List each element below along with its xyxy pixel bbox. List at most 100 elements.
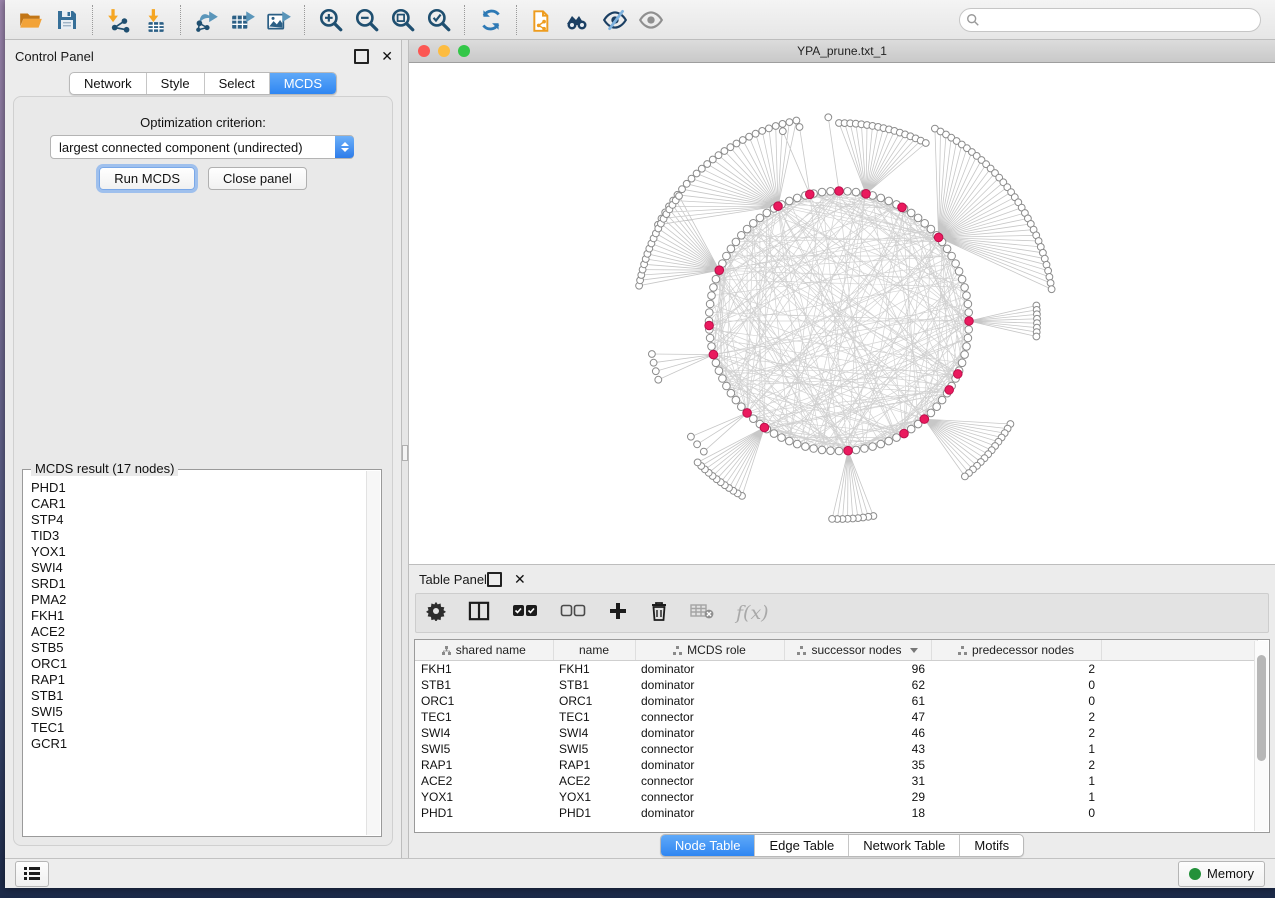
- optimization-criterion-select[interactable]: largest connected component (undirected): [50, 135, 354, 159]
- graph-node[interactable]: [877, 194, 885, 202]
- graph-node[interactable]: [952, 260, 960, 268]
- table-cell[interactable]: 29: [784, 789, 931, 805]
- graph-node[interactable]: [907, 209, 915, 217]
- table-row[interactable]: PHD1PHD1dominator180: [415, 805, 1258, 821]
- table-cell[interactable]: 1: [931, 773, 1101, 789]
- graph-node[interactable]: [715, 152, 722, 159]
- result-list-item[interactable]: GCR1: [24, 736, 367, 752]
- close-table-panel-icon[interactable]: ✕: [514, 574, 526, 585]
- graph-node[interactable]: [779, 121, 786, 128]
- graph-hub-node[interactable]: [844, 446, 853, 455]
- table-row[interactable]: SWI4SWI4dominator462: [415, 725, 1258, 741]
- export-document-icon[interactable]: [525, 3, 561, 37]
- table-row[interactable]: RAP1RAP1dominator352: [415, 757, 1258, 773]
- graph-node[interactable]: [766, 125, 773, 132]
- table-cell[interactable]: SWI4: [415, 725, 553, 741]
- table-cell[interactable]: 31: [784, 773, 931, 789]
- graph-node[interactable]: [943, 245, 951, 253]
- result-list-item[interactable]: ORC1: [24, 656, 367, 672]
- table-cell[interactable]: connector: [635, 709, 784, 725]
- select-all-icon[interactable]: [512, 604, 538, 623]
- graph-node[interactable]: [914, 214, 922, 222]
- table-cell[interactable]: 0: [931, 805, 1101, 821]
- graph-node[interactable]: [852, 446, 860, 454]
- table-cell[interactable]: dominator: [635, 677, 784, 693]
- result-list-item[interactable]: STP4: [24, 512, 367, 528]
- graph-node[interactable]: [965, 326, 973, 334]
- table-cell[interactable]: 96: [784, 661, 931, 678]
- graph-node[interactable]: [810, 445, 818, 453]
- table-row[interactable]: TEC1TEC1connector472: [415, 709, 1258, 725]
- table-cell[interactable]: ORC1: [415, 693, 553, 709]
- graph-node[interactable]: [1048, 286, 1055, 293]
- search-network-icon[interactable]: [561, 3, 597, 37]
- column-header-name[interactable]: name: [553, 640, 635, 661]
- float-panel-icon[interactable]: [354, 49, 369, 64]
- graph-node[interactable]: [756, 214, 764, 222]
- graph-hub-node[interactable]: [743, 409, 752, 418]
- graph-node[interactable]: [965, 309, 973, 317]
- run-mcds-button[interactable]: Run MCDS: [99, 167, 195, 190]
- graph-node[interactable]: [907, 425, 915, 433]
- graph-node[interactable]: [962, 473, 969, 480]
- result-list-item[interactable]: PHD1: [24, 480, 367, 496]
- graph-hub-node[interactable]: [709, 350, 718, 359]
- graph-hub-node[interactable]: [774, 202, 783, 211]
- graph-node[interactable]: [786, 119, 793, 126]
- refresh-icon[interactable]: [473, 3, 509, 37]
- graph-node[interactable]: [852, 188, 860, 196]
- graph-node[interactable]: [727, 144, 734, 151]
- graph-node[interactable]: [893, 434, 901, 442]
- column-header-successor-nodes[interactable]: successor nodes: [784, 640, 931, 661]
- table-cell[interactable]: ORC1: [553, 693, 635, 709]
- graph-node[interactable]: [779, 128, 786, 135]
- graph-node[interactable]: [786, 197, 794, 205]
- delete-column-icon[interactable]: [650, 601, 668, 626]
- graph-node[interactable]: [877, 440, 885, 448]
- tab-motifs[interactable]: Motifs: [960, 835, 1023, 856]
- tab-edge-table[interactable]: Edge Table: [755, 835, 849, 856]
- export-network-icon[interactable]: [189, 3, 225, 37]
- graph-node[interactable]: [786, 437, 794, 445]
- search-box[interactable]: [959, 8, 1261, 32]
- add-column-icon[interactable]: [608, 601, 628, 626]
- graph-node[interactable]: [885, 197, 893, 205]
- graph-node[interactable]: [963, 292, 971, 300]
- graph-node[interactable]: [746, 133, 753, 140]
- table-cell[interactable]: FKH1: [553, 661, 635, 678]
- table-cell[interactable]: dominator: [635, 757, 784, 773]
- graph-node[interactable]: [732, 238, 740, 246]
- graph-node[interactable]: [750, 220, 758, 228]
- graph-node[interactable]: [778, 434, 786, 442]
- graph-node[interactable]: [676, 193, 683, 200]
- graph-node[interactable]: [694, 441, 701, 448]
- graph-node[interactable]: [835, 447, 843, 455]
- graph-node[interactable]: [933, 403, 941, 411]
- result-list-item[interactable]: CAR1: [24, 496, 367, 512]
- graph-node[interactable]: [818, 446, 826, 454]
- table-cell[interactable]: 46: [784, 725, 931, 741]
- result-list-item[interactable]: PMA2: [24, 592, 367, 608]
- maximize-window-icon[interactable]: [458, 45, 470, 57]
- table-cell[interactable]: 35: [784, 757, 931, 773]
- zoom-in-icon[interactable]: [313, 3, 349, 37]
- table-cell[interactable]: STB1: [415, 677, 553, 693]
- table-cell[interactable]: 62: [784, 677, 931, 693]
- graph-node[interactable]: [694, 459, 701, 466]
- import-network-icon[interactable]: [101, 3, 137, 37]
- graph-node[interactable]: [732, 396, 740, 404]
- table-row[interactable]: FKH1FKH1dominator962: [415, 661, 1258, 678]
- network-canvas[interactable]: [409, 63, 1275, 564]
- table-cell[interactable]: RAP1: [415, 757, 553, 773]
- graph-node[interactable]: [793, 117, 800, 124]
- result-scrollbar[interactable]: [366, 471, 380, 835]
- table-cell[interactable]: SWI5: [553, 741, 635, 757]
- graph-node[interactable]: [743, 225, 751, 233]
- graph-node[interactable]: [708, 343, 716, 351]
- table-row[interactable]: ORC1ORC1dominator610: [415, 693, 1258, 709]
- graph-node[interactable]: [818, 188, 826, 196]
- table-cell[interactable]: PHD1: [553, 805, 635, 821]
- result-list-item[interactable]: FKH1: [24, 608, 367, 624]
- result-list-item[interactable]: STB5: [24, 640, 367, 656]
- graph-node[interactable]: [772, 123, 779, 130]
